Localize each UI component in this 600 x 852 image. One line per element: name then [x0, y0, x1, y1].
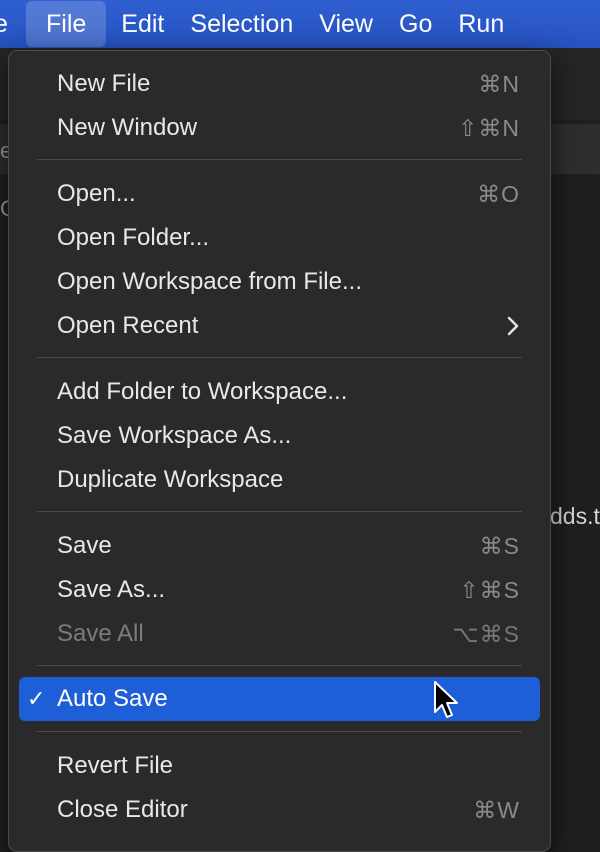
menu-item-shortcut: ⌥⌘S — [452, 621, 520, 647]
menu-item-revert-file[interactable]: Revert File — [19, 744, 540, 788]
menu-item-open-folder[interactable]: Open Folder... — [19, 216, 540, 260]
menu-item-add-folder[interactable]: Add Folder to Workspace... — [19, 370, 540, 414]
menu-item-save-all: Save All ⌥⌘S — [19, 612, 540, 656]
menu-item-open[interactable]: Open... ⌘O — [19, 172, 540, 216]
menu-item-label: Save All — [57, 620, 144, 647]
menu-item-label: Open... — [57, 180, 136, 207]
menu-item-label: Duplicate Workspace — [57, 466, 284, 493]
menu-item-shortcut: ⌘O — [477, 181, 520, 207]
mouse-pointer-icon — [434, 681, 458, 718]
menu-item-label: Auto Save — [57, 685, 168, 712]
menu-item-shortcut: ⌘W — [473, 797, 520, 823]
menu-item-close-editor[interactable]: Close Editor ⌘W — [19, 788, 540, 832]
menubar-item-app[interactable]: e — [0, 0, 24, 48]
menu-item-label: Save As... — [57, 576, 166, 603]
menu-item-save-as[interactable]: Save As... ⇧⌘S — [19, 568, 540, 612]
menu-separator — [37, 357, 522, 358]
background-filename: dds.t — [550, 503, 600, 529]
menu-item-label: Save — [57, 532, 112, 559]
chevron-right-icon — [507, 316, 519, 336]
menu-separator — [37, 731, 522, 732]
menu-item-shortcut: ⇧⌘N — [458, 115, 520, 141]
menubar-item-edit[interactable]: Edit — [108, 0, 177, 48]
menu-item-auto-save[interactable]: ✓ Auto Save — [19, 677, 540, 721]
menu-separator — [37, 511, 522, 512]
menu-item-label: Open Recent — [57, 312, 199, 339]
menubar-item-go[interactable]: Go — [386, 0, 445, 48]
menu-item-shortcut: ⌘S — [479, 533, 520, 559]
menu-item-new-window[interactable]: New Window ⇧⌘N — [19, 106, 540, 150]
file-menu: New File ⌘N New Window ⇧⌘N Open... ⌘O Op… — [8, 50, 551, 852]
menu-item-new-file[interactable]: New File ⌘N — [19, 62, 540, 106]
menu-bar: e File Edit Selection View Go Run — [0, 0, 600, 48]
menubar-item-view[interactable]: View — [306, 0, 386, 48]
menu-item-duplicate-workspace[interactable]: Duplicate Workspace — [19, 458, 540, 502]
menu-item-shortcut: ⇧⌘S — [459, 577, 520, 603]
menubar-item-file[interactable]: File — [26, 1, 107, 47]
menu-item-label: Add Folder to Workspace... — [57, 378, 348, 405]
menu-item-label: Revert File — [57, 752, 174, 779]
menu-item-shortcut: ⌘N — [478, 71, 520, 97]
menu-separator — [37, 159, 522, 160]
checkmark-icon: ✓ — [27, 686, 46, 711]
menubar-item-selection[interactable]: Selection — [177, 0, 306, 48]
menu-item-label: New File — [57, 70, 151, 97]
menu-item-save[interactable]: Save ⌘S — [19, 524, 540, 568]
menu-item-label: Save Workspace As... — [57, 422, 292, 449]
menu-item-save-workspace-as[interactable]: Save Workspace As... — [19, 414, 540, 458]
menu-item-label: Open Folder... — [57, 224, 210, 251]
menu-item-label: Open Workspace from File... — [57, 268, 362, 295]
menu-separator — [37, 665, 522, 666]
menubar-item-run[interactable]: Run — [445, 0, 517, 48]
menu-item-open-workspace[interactable]: Open Workspace from File... — [19, 260, 540, 304]
menu-item-open-recent[interactable]: Open Recent — [19, 304, 540, 348]
menu-item-label: Close Editor — [57, 796, 188, 823]
menu-item-label: New Window — [57, 114, 198, 141]
